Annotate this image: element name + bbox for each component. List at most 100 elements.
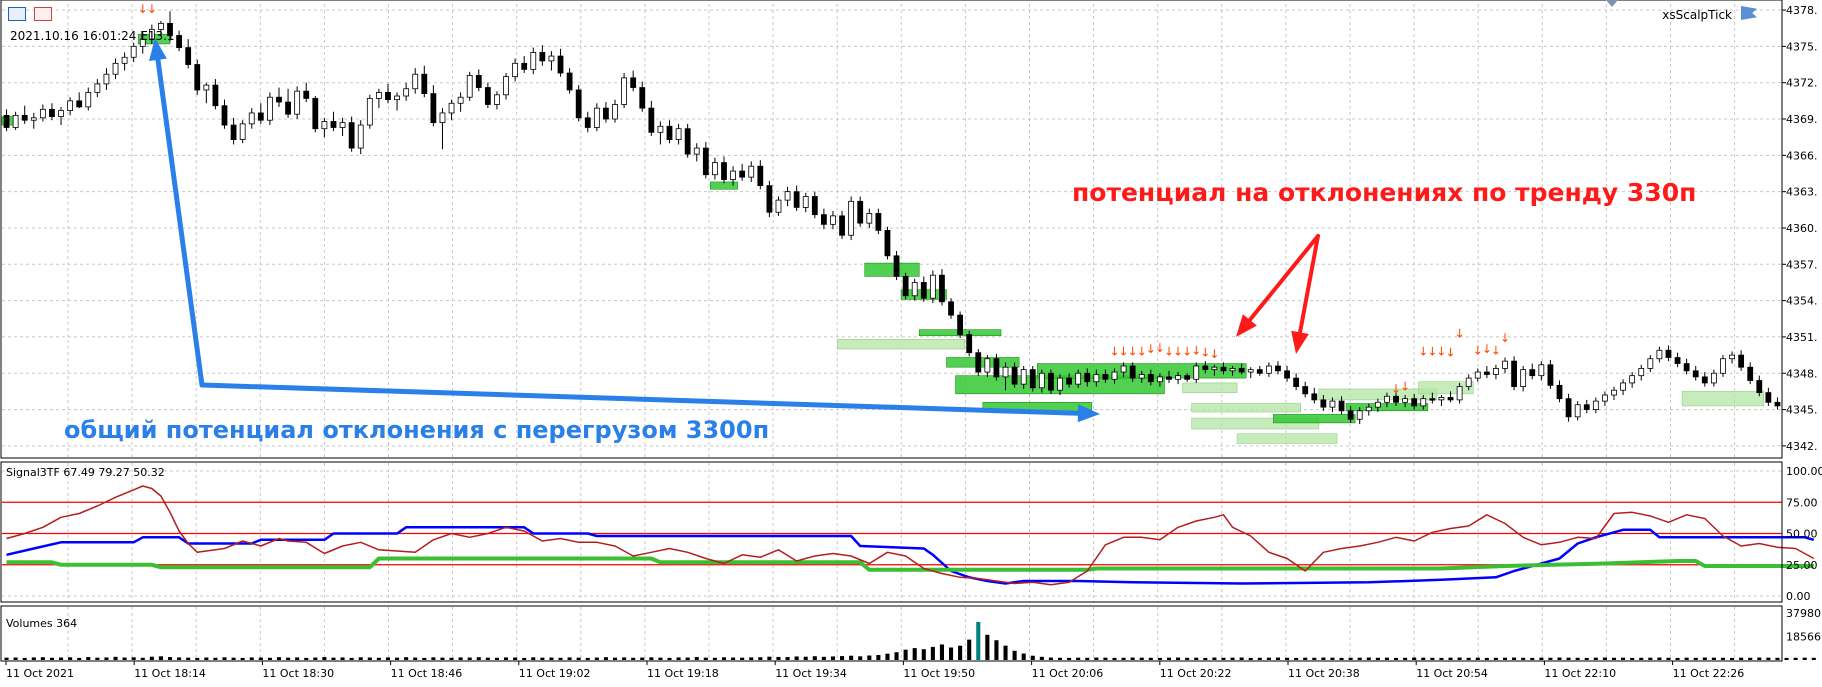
candle-body	[303, 90, 310, 99]
candle-body	[1256, 369, 1263, 374]
candle-body	[1311, 393, 1318, 401]
time-tick-label: 11 Oct 19:02	[519, 667, 591, 680]
candle-body	[294, 90, 301, 115]
candle-body	[1157, 376, 1163, 383]
candle-body	[1474, 371, 1481, 379]
price-tick-label: 4375.	[1786, 40, 1818, 53]
candle-body	[603, 107, 609, 120]
toolbar-icons[interactable]	[6, 7, 56, 23]
candle-body	[1447, 397, 1454, 401]
candle-body	[1493, 368, 1499, 375]
candle-body	[548, 55, 555, 62]
candle-body	[1365, 406, 1372, 412]
annotation-blue-text: общий потенциал отклонения с перегрузом …	[64, 416, 770, 444]
candle-body	[39, 108, 46, 119]
candle-body	[675, 128, 682, 140]
price-tick-label: 4345.	[1786, 404, 1818, 417]
scroll-marker-icon[interactable]	[1606, 0, 1618, 7]
candle-body	[693, 147, 700, 155]
time-tick-label: 11 Oct 18:14	[134, 667, 206, 680]
candle-body	[448, 102, 455, 114]
price-tick-label: 4357.	[1786, 258, 1818, 271]
down-arrow-marker: ↓	[147, 2, 157, 16]
price-candles	[3, 11, 1781, 425]
signal3tf-label: Signal3TF 67.49 79.27 50.32	[6, 466, 165, 479]
indicator-name: xsScalpTick	[1662, 8, 1732, 22]
candle-body	[1247, 369, 1254, 373]
candle-body	[1620, 382, 1626, 391]
candle-body	[857, 200, 864, 224]
candle-body	[1511, 360, 1517, 387]
candle-body	[321, 121, 328, 130]
signal3tf-label-text: Signal3TF 67.49 79.27 50.32	[6, 466, 165, 479]
chart-settings-icon[interactable]	[34, 7, 52, 21]
candle-body	[1048, 372, 1054, 391]
candle-body	[1583, 404, 1590, 410]
candle-body	[1147, 374, 1154, 383]
candle-body	[1774, 401, 1781, 407]
ind-tick-label: 50.00	[1786, 528, 1818, 541]
candle-body	[1384, 395, 1390, 403]
candle-body	[1229, 368, 1236, 372]
candle-body	[1483, 371, 1490, 375]
down-arrow-marker: ↓	[1500, 331, 1510, 345]
candle-body	[839, 215, 845, 236]
candle-body	[403, 88, 410, 97]
pane-frame	[0, 605, 1783, 662]
candle-body	[1393, 395, 1399, 403]
datetime-overlap: E13.1	[140, 29, 175, 43]
candle-body	[957, 314, 964, 335]
blue-arrow-right-shaft	[199, 382, 1081, 416]
candle-body	[1402, 398, 1409, 403]
candle-body	[1374, 401, 1381, 408]
trading-chart[interactable]: ↓ ↓↓ ↓ ↓ ↓ ↓ ↓ ↓ ↓ ↓ ↓ ↓ ↓↓ ↓↓ ↓ ↓ ↓↓↓ ↓ ↓↓ 4378.4375.4372…	[0, 0, 1822, 687]
candle-body	[484, 87, 491, 105]
ind-tick-label: 100.00	[1786, 465, 1822, 478]
signal-zone	[837, 339, 965, 350]
candle-body	[1420, 398, 1427, 407]
candle-body	[884, 229, 891, 257]
red-arrow-down-head	[1291, 330, 1309, 354]
candle-body	[1765, 392, 1772, 403]
candle-body	[557, 55, 564, 74]
vol-tick-label: 18566	[1786, 631, 1821, 644]
candle-body	[103, 73, 110, 85]
candle-body	[1338, 400, 1345, 412]
indicator-name-label: xsScalpTick	[1662, 8, 1732, 22]
candle-body	[911, 282, 918, 297]
candle-body	[1538, 364, 1545, 377]
candle-body	[230, 124, 237, 140]
candle-body	[212, 84, 219, 107]
candle-body	[1656, 349, 1663, 360]
down-arrow-marker: ↓	[1491, 343, 1501, 357]
candle-body	[276, 96, 282, 103]
candle-body	[1674, 357, 1681, 364]
candle-body	[566, 72, 573, 91]
candle-body	[1647, 358, 1654, 369]
candle-body	[802, 196, 809, 208]
candle-body	[1429, 398, 1436, 401]
candle-body	[948, 301, 954, 316]
candle-body	[1465, 377, 1472, 387]
candle-body	[1356, 410, 1363, 420]
time-tick-label: 11 Oct 2021	[6, 667, 74, 680]
candle-body	[530, 52, 537, 70]
candle-body	[666, 125, 673, 140]
price-tick-label: 4363.	[1786, 186, 1818, 199]
signal-zone	[1182, 382, 1238, 393]
time-tick-label: 11 Oct 20:38	[1288, 667, 1360, 680]
candle-body	[49, 108, 55, 117]
candle-body	[1202, 365, 1209, 371]
candle-body	[1302, 386, 1309, 395]
candle-body	[1275, 365, 1281, 372]
candle-body	[784, 191, 791, 201]
candle-body	[203, 84, 210, 91]
candle-body	[630, 77, 637, 88]
candle-body	[621, 77, 627, 105]
annotation-red: потенциал на отклонениях по тренду 330п	[1072, 178, 1696, 207]
candle-body	[1556, 384, 1563, 400]
candle-body	[1193, 365, 1200, 380]
price-grid	[2, 4, 1782, 458]
candle-body	[248, 112, 255, 125]
chart-list-icon[interactable]	[8, 7, 26, 21]
